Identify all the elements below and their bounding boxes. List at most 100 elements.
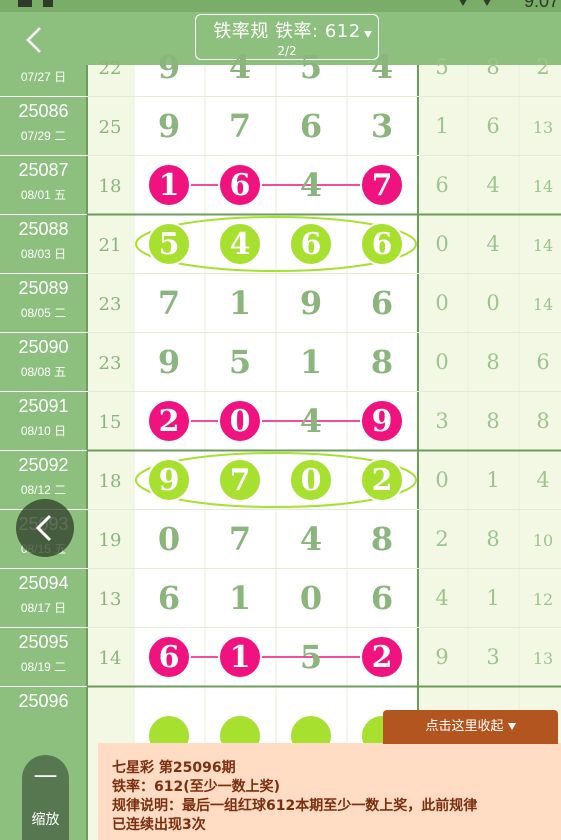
period-number: 25091	[18, 396, 69, 416]
period-date: 08/05 二	[20, 306, 67, 320]
zoom-button[interactable]: — 缩放	[22, 755, 69, 840]
draw-number: 3	[371, 107, 393, 145]
draw-number: 4	[300, 166, 322, 204]
draw-number: 6	[300, 107, 322, 145]
draw-number: 0	[158, 520, 180, 558]
tail-value: 0	[435, 350, 448, 374]
draw-number: 7	[158, 284, 180, 322]
ball-number: 6	[230, 168, 251, 203]
ball-number: 6	[301, 227, 322, 262]
draw-number: 4	[300, 520, 322, 558]
tail-value: 5	[435, 55, 448, 79]
draw-number: 6	[371, 579, 393, 617]
caret-down-icon	[507, 723, 516, 730]
ball-number: 1	[230, 640, 251, 675]
draw-number: 1	[300, 343, 322, 381]
tail-value: 9	[435, 645, 448, 669]
ball-number: 6	[159, 640, 180, 675]
sum-value: 25	[99, 117, 122, 138]
tail-value: 2	[435, 527, 448, 551]
tail-value: 10	[533, 531, 553, 550]
tail-value: 1	[435, 114, 448, 138]
ball-number: 2	[372, 463, 393, 498]
tail-value: 8	[486, 55, 499, 79]
ball-number: 1	[159, 168, 180, 203]
draw-number: 6	[158, 579, 180, 617]
tail-value: 8	[486, 527, 499, 551]
period-date: 08/17 日	[20, 601, 67, 615]
period-number: 25088	[18, 219, 69, 239]
draw-number: 6	[371, 284, 393, 322]
tail-value: 4	[486, 232, 499, 256]
period-number: 25094	[18, 573, 69, 593]
ball-number: 7	[372, 168, 393, 203]
period-number: 25092	[18, 455, 69, 475]
period-number: 25095	[18, 632, 69, 652]
draw-number: 7	[229, 520, 251, 558]
period-date: 08/03 日	[20, 247, 67, 261]
floating-back-button[interactable]	[16, 499, 74, 557]
sum-value: 14	[99, 648, 122, 669]
period-number: 25086	[18, 101, 69, 121]
tail-value: 13	[533, 118, 553, 137]
period-number: 25087	[18, 160, 69, 180]
draw-number: 0	[300, 579, 322, 617]
sum-value: 21	[99, 235, 122, 256]
chevron-left-icon	[35, 514, 52, 542]
tail-value: 0	[435, 232, 448, 256]
draw-number: 5	[300, 638, 322, 676]
tail-value: 6	[486, 114, 499, 138]
tail-value: 2	[536, 55, 549, 79]
tail-value: 6	[435, 173, 448, 197]
tail-value: 4	[536, 468, 549, 492]
prediction-info-panel: 七星彩 第25096期 铁率：612(至少一数上奖) 规律说明：最后一组红球61…	[98, 743, 561, 840]
period-date: 07/27 日	[20, 70, 67, 84]
draw-number: 7	[229, 107, 251, 145]
sum-value: 23	[99, 353, 122, 374]
tail-value: 0	[435, 468, 448, 492]
draw-number: 5	[300, 48, 322, 86]
period-date: 08/19 二	[20, 660, 67, 674]
tail-value: 4	[435, 586, 448, 610]
tail-value: 1	[486, 586, 499, 610]
period-number: 25089	[18, 278, 69, 298]
tail-value: 0	[435, 291, 448, 315]
info-rule-line1: 规律说明：最后一组红球612本期至少一数上奖，此前规律	[112, 798, 478, 814]
draw-number: 9	[300, 284, 322, 322]
draw-number: 1	[229, 579, 251, 617]
tail-value: 0	[486, 291, 499, 315]
collapse-panel-button[interactable]: 点击这里收起	[383, 710, 558, 744]
tail-value: 3	[435, 409, 448, 433]
zoom-label: 缩放	[31, 812, 60, 828]
period-date: 08/10 日	[20, 424, 67, 438]
draw-number: 8	[371, 343, 393, 381]
info-title: 七星彩 第25096期	[112, 760, 236, 776]
ball-number: 6	[372, 227, 393, 262]
tail-value: 4	[486, 173, 499, 197]
draw-number: 8	[371, 520, 393, 558]
draw-number: 1	[229, 284, 251, 322]
period-number: 25090	[18, 337, 69, 357]
ball-number: 0	[230, 404, 251, 439]
period-date: 08/01 五	[20, 188, 67, 202]
tail-value: 14	[533, 295, 553, 314]
draw-number: 4	[371, 48, 393, 86]
tail-value: 13	[533, 649, 553, 668]
ball-number: 0	[301, 463, 322, 498]
draw-number: 9	[158, 107, 180, 145]
draw-number: 9	[158, 343, 180, 381]
ball-number: 9	[159, 463, 180, 498]
period-date: 07/29 二	[20, 129, 67, 143]
period-number: 25096	[18, 691, 69, 711]
tail-value: 3	[486, 645, 499, 669]
sum-value: 18	[99, 176, 122, 197]
info-rule-line2: 已连续出现3次	[112, 817, 206, 833]
tail-value: 8	[486, 409, 499, 433]
sum-value: 15	[99, 412, 122, 433]
tail-value: 8	[486, 350, 499, 374]
tail-value: 1	[486, 468, 499, 492]
draw-number: 4	[229, 48, 251, 86]
ball-number: 5	[159, 227, 180, 262]
period-date: 08/12 二	[20, 483, 67, 497]
sum-value: 23	[99, 294, 122, 315]
